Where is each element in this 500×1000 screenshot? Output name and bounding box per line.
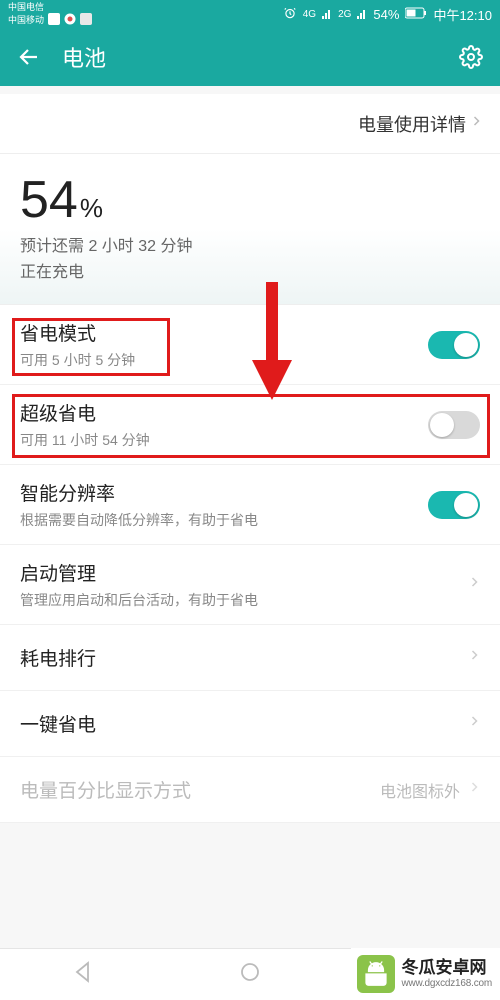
battery-icon: [405, 7, 427, 22]
chevron-right-icon: [468, 778, 480, 801]
android-robot-icon: [357, 955, 395, 993]
percent-unit: %: [80, 193, 103, 224]
row-percent-display[interactable]: 电量百分比显示方式 电池图标外: [0, 757, 500, 823]
usage-rank-title: 耗电排行: [20, 644, 464, 671]
app-icon-2: [64, 13, 76, 27]
launch-sub: 管理应用启动和后台活动，有助于省电: [20, 590, 464, 610]
power-save-toggle[interactable]: [428, 331, 480, 359]
battery-percent-large: 54: [20, 170, 78, 230]
chevron-right-icon: [468, 646, 480, 669]
back-button[interactable]: [16, 44, 42, 70]
page-title: 电池: [62, 41, 458, 73]
power-save-sub: 可用 5 小时 5 分钟: [20, 350, 428, 370]
chevron-right-icon: [470, 112, 482, 135]
app-bar: 电池: [0, 28, 500, 86]
smart-res-toggle[interactable]: [428, 491, 480, 519]
smart-res-title: 智能分辨率: [20, 479, 428, 506]
signal-bars-1-icon: [322, 7, 332, 22]
chevron-right-icon: [468, 573, 480, 596]
battery-usage-detail[interactable]: 电量使用详情: [0, 94, 500, 154]
one-key-title: 一键省电: [20, 710, 464, 737]
smart-res-sub: 根据需要自动降低分辨率，有助于省电: [20, 510, 428, 530]
charging-status: 正在充电: [20, 258, 480, 282]
signal-bars-2-icon: [357, 7, 367, 22]
row-launch-manage[interactable]: 启动管理 管理应用启动和后台活动，有助于省电: [0, 545, 500, 625]
watermark: 冬瓜安卓网 www.dgxcdz168.com: [351, 948, 500, 1000]
chevron-right-icon: [468, 712, 480, 735]
signal-2: 2G: [338, 9, 351, 20]
status-bar: 中国电信 中国移动 4G 2G: [0, 0, 500, 28]
launch-title: 启动管理: [20, 559, 464, 586]
nav-back[interactable]: [71, 960, 95, 989]
ultra-save-title: 超级省电: [20, 399, 428, 426]
gap: [0, 86, 500, 94]
ultra-save-sub: 可用 11 小时 54 分钟: [20, 430, 428, 450]
watermark-brand: 冬瓜安卓网: [401, 959, 492, 978]
row-smart-resolution[interactable]: 智能分辨率 根据需要自动降低分辨率，有助于省电: [0, 465, 500, 545]
battery-hero: 54 % 预计还需 2 小时 32 分钟 正在充电: [0, 154, 500, 305]
app-icon-1: [48, 13, 60, 27]
carrier-1: 中国电信: [8, 2, 92, 12]
status-left: 中国电信 中国移动: [8, 2, 92, 27]
app-icon-3: [80, 13, 92, 27]
carrier-2: 中国移动: [8, 15, 44, 25]
row-power-save[interactable]: 省电模式 可用 5 小时 5 分钟: [0, 305, 500, 385]
status-right: 4G 2G 54% 中午12:10: [283, 5, 492, 24]
charge-estimate: 预计还需 2 小时 32 分钟: [20, 232, 480, 256]
battery-percent: 54%: [373, 7, 399, 22]
battery-usage-label: 电量使用详情: [358, 111, 466, 137]
clock: 中午12:10: [433, 5, 492, 24]
settings-list: 省电模式 可用 5 小时 5 分钟 超级省电 可用 11 小时 54 分钟 智能…: [0, 305, 500, 823]
pct-mode-value: 电池图标外: [380, 778, 460, 802]
row-ultra-save[interactable]: 超级省电 可用 11 小时 54 分钟: [0, 385, 500, 465]
row-usage-ranking[interactable]: 耗电排行: [0, 625, 500, 691]
pct-mode-title: 电量百分比显示方式: [20, 776, 380, 803]
power-save-title: 省电模式: [20, 319, 428, 346]
row-one-key-save[interactable]: 一键省电: [0, 691, 500, 757]
settings-button[interactable]: [458, 44, 484, 70]
watermark-url: www.dgxcdz168.com: [401, 978, 492, 989]
ultra-save-toggle[interactable]: [428, 411, 480, 439]
screen-root: 中国电信 中国移动 4G 2G: [0, 0, 500, 1000]
alarm-icon: [283, 6, 297, 23]
nav-home[interactable]: [238, 960, 262, 989]
signal-1: 4G: [303, 9, 316, 20]
